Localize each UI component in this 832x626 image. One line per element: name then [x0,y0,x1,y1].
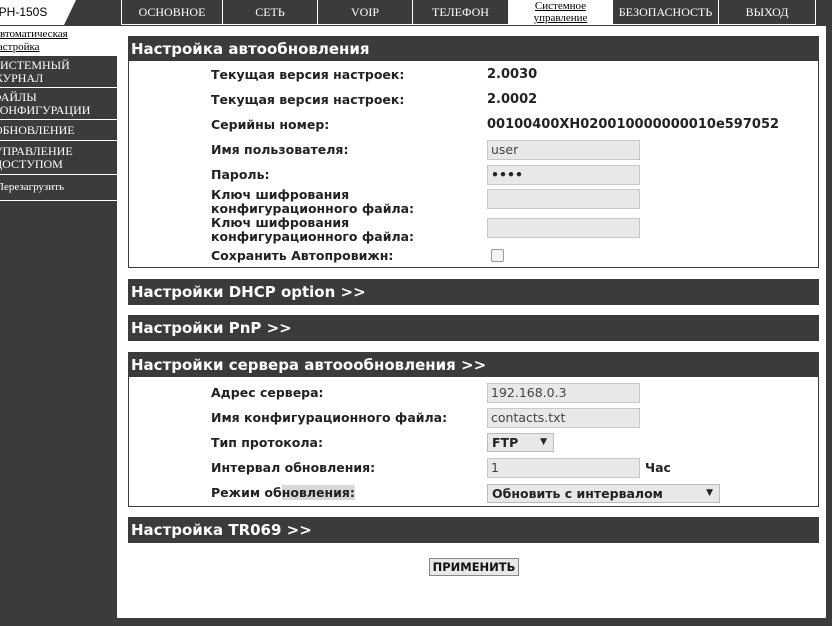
update-interval-unit: Час [645,460,671,475]
scrollbar[interactable] [826,26,832,626]
sidebar-item-config-files[interactable]: ФАЙЛЫ КОНФИГУРАЦИИ [0,88,117,120]
logo-notch [64,0,76,25]
protocol-type-select[interactable]: FTP ▼ [487,433,554,452]
current-config-value-2: 2.0002 [487,92,538,107]
encryption-key-label-2a: Ключ шифрования [211,215,350,230]
sidebar: Автоматическая настройка СИСТЕМНЫЙ ЖУРНА… [0,26,117,626]
encryption-key-label-1a: Ключ шифрования [211,187,350,202]
pnp-section: Настройки PnP >> [128,315,819,341]
encryption-key-label-2b: конфигурационного файла: [211,229,415,244]
autoupdate-section-title: Настройка автообновления [129,37,818,61]
top-navigation-bar: DPH-150S ОСНОВНОЕ СЕТЬ VOIP ТЕЛЕФОН Сист… [0,0,832,26]
sidebar-item-update[interactable]: ОБНОВЛЕНИЕ [0,120,117,141]
save-autoprovision-label: Сохранить Автопровижн: [211,248,394,263]
update-interval-label: Интервал обновления: [211,460,376,475]
sidebar-item-label: Перезагрузить [0,181,64,193]
tab-system-management[interactable]: Системное управление [508,0,613,25]
encryption-key-label-1b: конфигурационного файла: [211,201,415,216]
tr069-section: Настройка TR069 >> [128,517,819,543]
sidebar-item-label: УПРАВЛЕНИЕ ДОСТУПОМ [0,144,73,171]
update-mode-label-b: новления: [281,485,355,500]
main-tabs: ОСНОВНОЕ СЕТЬ VOIP ТЕЛЕФОН Системное упр… [121,0,816,25]
logo-text: DPH-150S [0,5,48,19]
tab-security[interactable]: БЕЗОПАСНОСТЬ [612,0,719,25]
sidebar-item-label: СИСТЕМНЫЙ ЖУРНАЛ [0,58,70,85]
tr069-section-title[interactable]: Настройка TR069 >> [129,518,818,542]
chevron-down-icon: ▼ [706,488,713,498]
current-config-label-1: Текущая версия настроек: [211,67,405,82]
dhcp-option-section: Настройки DHCP option >> [128,279,819,305]
chevron-down-icon: ▼ [540,437,547,447]
current-config-label-2: Текущая версия настроек: [211,92,405,107]
sidebar-item-reboot[interactable]: Перезагрузить [0,175,117,201]
password-label: Пароль: [211,167,270,182]
encryption-key-input-2[interactable] [487,218,640,238]
encryption-key-input-1[interactable] [487,189,640,209]
apply-button[interactable]: ПРИМЕНИТЬ [429,558,519,576]
tab-exit[interactable]: ВЫХОД [718,0,816,25]
server-address-label: Адрес сервера: [211,385,324,400]
username-input[interactable]: user [487,140,640,160]
server-section: Настройки сервера автоообновления >> Адр… [128,352,819,507]
password-input[interactable]: •••• [487,165,640,185]
tab-basic[interactable]: ОСНОВНОЕ [121,0,223,25]
serial-value: 00100400XH020010000000010e597052 [487,117,780,132]
bottom-bar [117,618,826,626]
sidebar-item-auto-provision[interactable]: Автоматическая настройка [0,26,117,56]
serial-label: Серийны номер: [211,117,330,132]
sidebar-item-access-control[interactable]: УПРАВЛЕНИЕ ДОСТУПОМ [0,141,117,175]
update-mode-label-a: Режим об [211,485,282,500]
config-file-name-input[interactable]: contacts.txt [487,408,640,428]
username-label: Имя пользователя: [211,142,349,157]
tab-network[interactable]: СЕТЬ [222,0,318,25]
sidebar-item-label: ОБНОВЛЕНИЕ [0,123,75,137]
update-mode-label: Режим обновления: [211,485,355,500]
sidebar-item-label: ФАЙЛЫ КОНФИГУРАЦИИ [0,90,91,117]
update-mode-select[interactable]: Обновить с интервалом ▼ [487,484,720,503]
server-section-title[interactable]: Настройки сервера автоообновления >> [129,353,818,377]
protocol-type-label: Тип протокола: [211,435,323,450]
save-autoprovision-checkbox[interactable] [491,249,504,262]
autoupdate-section: Настройка автообновления Текущая версия … [128,36,819,268]
sidebar-item-label: Автоматическая настройка [0,28,68,53]
config-file-name-label: Имя конфигурационного файла: [211,410,448,425]
main-content: Настройка автообновления Текущая версия … [117,26,826,618]
update-interval-input[interactable]: 1 [487,458,640,478]
update-mode-value: Обновить с интервалом [492,486,663,501]
tab-voip[interactable]: VOIP [317,0,413,25]
sidebar-item-syslog[interactable]: СИСТЕМНЫЙ ЖУРНАЛ [0,56,117,88]
device-logo: DPH-150S [0,0,64,25]
dhcp-option-section-title[interactable]: Настройки DHCP option >> [129,280,818,304]
current-config-value-1: 2.0030 [487,67,538,82]
server-address-input[interactable]: 192.168.0.3 [487,383,640,403]
pnp-section-title[interactable]: Настройки PnP >> [129,316,818,340]
tab-phone[interactable]: ТЕЛЕФОН [412,0,509,25]
protocol-type-value: FTP [492,435,519,450]
